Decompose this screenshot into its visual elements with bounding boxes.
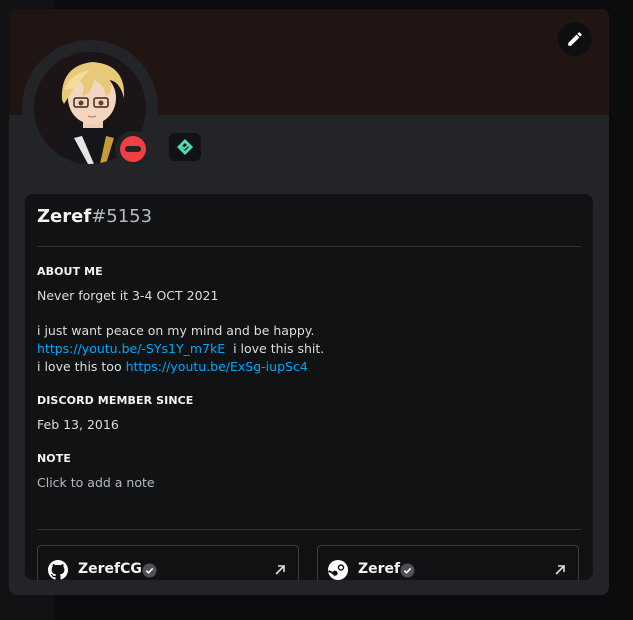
about-line-4: i love this too https://youtu.be/ExSg-iu…	[37, 358, 308, 376]
steam-icon	[328, 560, 348, 580]
username: Zeref	[37, 206, 92, 227]
about-link2-prefix: i love this too	[37, 359, 122, 374]
member-since-title: DISCORD MEMBER SINCE	[37, 394, 194, 407]
verified-check-icon	[142, 563, 157, 578]
profile-body: Zeref#5153 ABOUT ME Never forget it 3-4 …	[25, 194, 593, 580]
external-link-icon	[275, 565, 285, 575]
user-profile-popout: Zeref#5153 ABOUT ME Never forget it 3-4 …	[9, 9, 609, 595]
github-account-name: ZerefCG	[78, 561, 142, 577]
pencil-icon	[568, 32, 582, 46]
do-not-disturb-icon	[120, 136, 146, 162]
member-since-date: Feb 13, 2016	[37, 417, 119, 432]
about-me-title: ABOUT ME	[37, 265, 103, 278]
connected-account-github[interactable]: ZerefCG	[37, 545, 299, 580]
nitro-badge[interactable]	[169, 133, 201, 161]
status-indicator	[115, 131, 151, 167]
external-link-icon	[555, 565, 565, 575]
discriminator: #5153	[91, 206, 153, 227]
divider	[37, 529, 581, 530]
github-icon	[48, 560, 68, 580]
about-line-2: i just want peace on my mind and be happ…	[37, 323, 315, 338]
youtube-link-1[interactable]: https://youtu.be/-SYs1Y_m7kE	[37, 341, 225, 356]
note-input[interactable]: Click to add a note	[37, 474, 155, 492]
steam-account-name: Zeref	[358, 561, 401, 577]
about-line-1: Never forget it 3-4 OCT 2021	[37, 288, 219, 303]
nitro-badge-icon	[177, 139, 193, 155]
divider	[37, 246, 581, 247]
about-line-3: https://youtu.be/-SYs1Y_m7kE i love this…	[37, 340, 324, 358]
note-title: NOTE	[37, 452, 71, 465]
username-tag[interactable]: Zeref#5153	[37, 206, 152, 227]
verified-check-icon	[400, 563, 415, 578]
edit-profile-button[interactable]	[558, 22, 592, 56]
about-link1-suffix: i love this shit.	[233, 341, 325, 356]
connected-account-steam[interactable]: Zeref	[317, 545, 579, 580]
youtube-link-2[interactable]: https://youtu.be/ExSg-iupSc4	[126, 359, 308, 374]
